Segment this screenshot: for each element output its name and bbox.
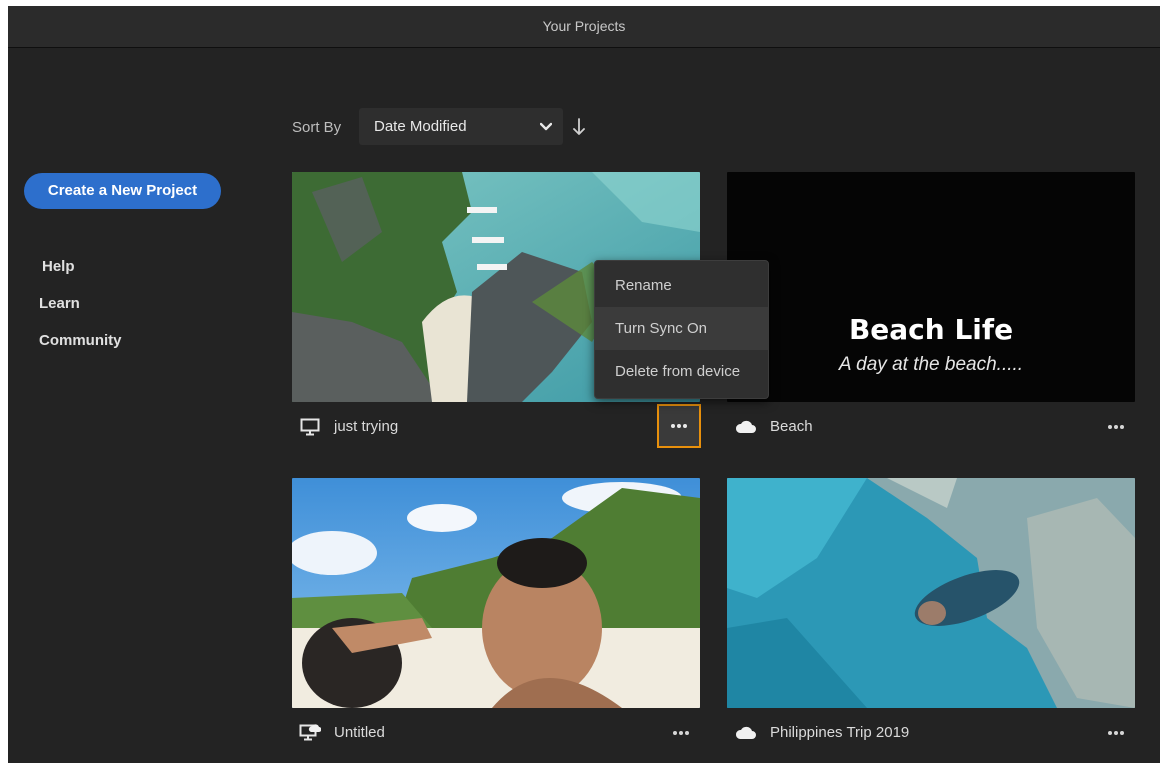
project-thumbnail-beach[interactable]: Beach Life A day at the beach..... <box>727 172 1135 402</box>
sidebar-link-community[interactable]: Community <box>39 332 122 349</box>
sidebar-link-learn[interactable]: Learn <box>39 295 80 312</box>
more-options-button-untitled[interactable] <box>666 718 696 748</box>
more-options-button-just-trying[interactable] <box>657 404 701 448</box>
cloud-icon <box>735 420 757 439</box>
more-options-button-beach[interactable] <box>1101 412 1131 442</box>
more-options-button-philippines-trip-2019[interactable] <box>1101 718 1131 748</box>
sort-direction-arrow-icon[interactable] <box>572 117 586 142</box>
project-name-philippines-trip-2019[interactable]: Philippines Trip 2019 <box>770 723 909 743</box>
desktop-cloud-icon <box>299 723 322 746</box>
sort-by-label: Sort By <box>292 119 342 136</box>
sidebar-link-help[interactable]: Help <box>42 258 75 275</box>
chevron-down-icon <box>539 108 553 159</box>
project-name-beach[interactable]: Beach <box>770 417 813 437</box>
project-thumbnail-philippines-trip-2019[interactable] <box>727 478 1135 708</box>
cloud-icon <box>735 726 757 745</box>
menu-item-rename[interactable]: Rename <box>595 264 768 307</box>
sort-dropdown[interactable]: Date Modified <box>359 108 563 145</box>
project-thumbnail-untitled[interactable] <box>292 478 700 708</box>
menu-item-turn-sync-on[interactable]: Turn Sync On <box>595 307 768 350</box>
create-new-project-button[interactable]: Create a New Project <box>24 173 221 209</box>
menu-item-delete-from-device[interactable]: Delete from device <box>595 350 768 393</box>
thumbnail-title-text: Beach Life <box>848 313 1014 346</box>
project-context-menu: Rename Turn Sync On Delete from device <box>594 260 769 399</box>
project-name-untitled[interactable]: Untitled <box>334 723 385 743</box>
sort-dropdown-value: Date Modified <box>374 118 467 135</box>
window-title: Your Projects <box>8 6 1160 48</box>
app-window: Your Projects Create a New Project Help … <box>8 6 1160 763</box>
project-name-just-trying[interactable]: just trying <box>334 417 398 437</box>
desktop-icon <box>300 418 320 441</box>
thumbnail-subtitle-text: A day at the beach..... <box>838 354 1024 375</box>
